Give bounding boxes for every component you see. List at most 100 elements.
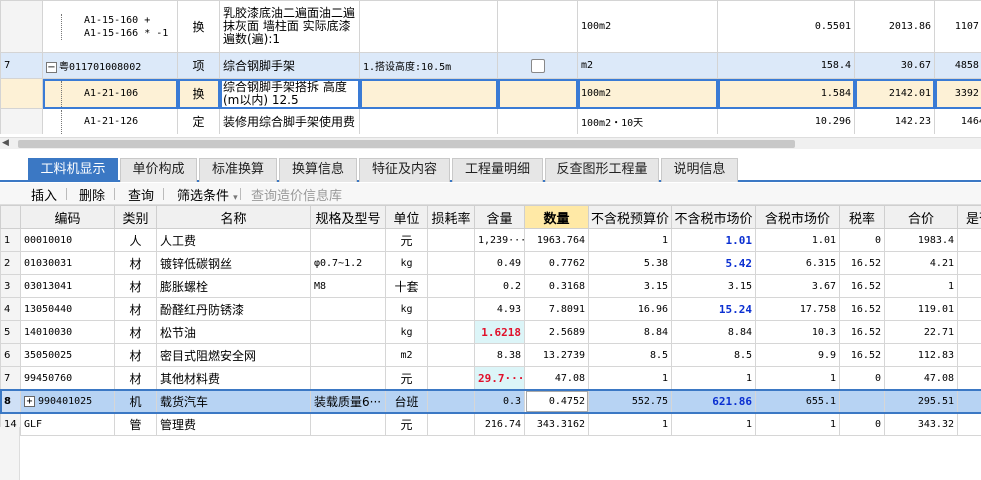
col-header-total[interactable]: 合价 xyxy=(884,205,958,229)
cell-code[interactable]: 35050025 xyxy=(20,343,115,367)
cell-loss[interactable] xyxy=(427,228,475,252)
cell-unit[interactable]: 台班 xyxy=(385,389,428,413)
cell-name[interactable]: 镀锌低碳钢丝 xyxy=(156,251,311,275)
item-checkbox[interactable] xyxy=(530,58,545,73)
cell-unit[interactable]: 元 xyxy=(385,412,428,436)
cell-unit[interactable]: m2 xyxy=(385,343,428,367)
cell-market-price[interactable]: 1.01 xyxy=(671,228,756,252)
cell-tax-rate[interactable]: 16.52 xyxy=(839,343,885,367)
cell-tax-market-price[interactable]: 6.315 xyxy=(755,251,840,275)
cell-code[interactable]: 03013041 xyxy=(20,274,115,298)
tab-notes[interactable]: 说明信息 xyxy=(661,158,738,182)
tab-reverse-lookup[interactable]: 反查图形工程量 xyxy=(545,158,659,182)
cell-tax-market-price[interactable]: 10.3 xyxy=(755,320,840,344)
table-row[interactable]: 3 03013041 材 膨胀螺栓 M8 十套 0.2 0.3168 3.15 … xyxy=(0,274,981,298)
cell-category[interactable]: 材 xyxy=(114,343,157,367)
cell-name[interactable]: 管理费 xyxy=(156,412,311,436)
cell-code[interactable]: 01030031 xyxy=(20,251,115,275)
cell-flag[interactable] xyxy=(957,274,981,298)
tab-unit-price[interactable]: 单价构成 xyxy=(120,158,197,182)
cell-market-price[interactable]: 1 xyxy=(671,366,756,390)
cell-spec[interactable]: 装载质量6··· xyxy=(310,389,386,413)
item-row[interactable]: A1-15-160 + A1-15-166 * -1 换 乳胶漆底油二遍面油二遍… xyxy=(0,0,981,53)
cell-tax-rate[interactable]: 0 xyxy=(839,366,885,390)
cell-budget-price[interactable]: 1 xyxy=(588,412,672,436)
cell-content[interactable]: 4.93 xyxy=(474,297,525,321)
cell-content[interactable]: 216.74 xyxy=(474,412,525,436)
cell-loss[interactable] xyxy=(427,366,475,390)
table-row[interactable]: 7 99450760 材 其他材料费 元 29.7··· 47.08 1 1 1… xyxy=(0,366,981,390)
cell-category[interactable]: 机 xyxy=(114,389,157,413)
col-header-content[interactable]: 含量 xyxy=(474,205,525,229)
col-header-flag[interactable]: 是否 xyxy=(957,205,981,229)
table-row[interactable]: 2 01030031 材 镀锌低碳钢丝 φ0.7~1.2 kg 0.49 0.7… xyxy=(0,251,981,275)
cell-loss[interactable] xyxy=(427,412,475,436)
col-header-category[interactable]: 类别 xyxy=(114,205,157,229)
cell-quantity[interactable]: 47.08 xyxy=(524,366,589,390)
cell-unit[interactable]: 十套 xyxy=(385,274,428,298)
cell-tax-market-price[interactable]: 1 xyxy=(755,366,840,390)
cell-category[interactable]: 管 xyxy=(114,412,157,436)
cell-code[interactable]: GLF xyxy=(20,412,115,436)
cell-tax-rate[interactable] xyxy=(839,389,885,413)
cell-tax-rate[interactable]: 0 xyxy=(839,412,885,436)
cell-tax-rate[interactable]: 16.52 xyxy=(839,251,885,275)
cell-code[interactable]: +990401025 xyxy=(20,389,115,413)
cell-category[interactable]: 材 xyxy=(114,320,157,344)
cell-tax-rate[interactable]: 0 xyxy=(839,228,885,252)
item-row[interactable]: A1-21-106 换 综合钢脚手架搭拆 高度(m以内) 12.5 100m2 … xyxy=(0,78,981,109)
cell-quantity[interactable]: 343.3162 xyxy=(524,412,589,436)
cell-quantity[interactable]: 13.2739 xyxy=(524,343,589,367)
cell-content[interactable]: 29.7··· xyxy=(474,366,525,390)
cell-spec[interactable] xyxy=(310,366,386,390)
cell-name[interactable]: 人工费 xyxy=(156,228,311,252)
table-row-selected[interactable]: 8 +990401025 机 载货汽车 装载质量6··· 台班 0.3 0.47… xyxy=(0,388,981,414)
horizontal-scrollbar[interactable]: ◀ xyxy=(0,137,981,149)
cell-code[interactable]: 99450760 xyxy=(20,366,115,390)
item-row[interactable]: A1-21-126 定 装修用综合脚手架使用费 100m2・10天 10.296… xyxy=(0,108,981,134)
cell-market-price[interactable]: 8.5 xyxy=(671,343,756,367)
cell-name[interactable]: 松节油 xyxy=(156,320,311,344)
cell-code[interactable]: 00010010 xyxy=(20,228,115,252)
cell-name[interactable]: 膨胀螺栓 xyxy=(156,274,311,298)
col-header-tax-rate[interactable]: 税率 xyxy=(839,205,885,229)
cell-name[interactable]: 密目式阻燃安全网 xyxy=(156,343,311,367)
cell-content[interactable]: 1.6218 xyxy=(474,320,525,344)
cell-name[interactable]: 载货汽车 xyxy=(156,389,311,413)
col-header-code[interactable]: 编码 xyxy=(20,205,115,229)
col-header-spec[interactable]: 规格及型号 xyxy=(310,205,386,229)
col-header-quantity[interactable]: 数量 xyxy=(524,205,589,229)
cell-category[interactable]: 材 xyxy=(114,366,157,390)
cell-flag[interactable] xyxy=(957,251,981,275)
cell-budget-price[interactable]: 1 xyxy=(588,366,672,390)
cell-category[interactable]: 人 xyxy=(114,228,157,252)
cell-tax-rate[interactable]: 16.52 xyxy=(839,297,885,321)
collapse-icon[interactable]: − xyxy=(46,62,57,73)
scroll-thumb[interactable] xyxy=(18,140,795,148)
cell-market-price[interactable]: 3.15 xyxy=(671,274,756,298)
cell-loss[interactable] xyxy=(427,274,475,298)
cell-flag[interactable] xyxy=(957,343,981,367)
cell-budget-price[interactable]: 5.38 xyxy=(588,251,672,275)
cell-spec[interactable] xyxy=(310,297,386,321)
cell-quantity[interactable]: 7.8091 xyxy=(524,297,589,321)
cell-unit[interactable]: kg xyxy=(385,320,428,344)
cell-flag[interactable] xyxy=(957,297,981,321)
cell-name[interactable]: 其他材料费 xyxy=(156,366,311,390)
cell-category[interactable]: 材 xyxy=(114,251,157,275)
cell-tax-market-price[interactable]: 1.01 xyxy=(755,228,840,252)
filter-dropdown[interactable]: 筛选条件 ▾ xyxy=(177,185,238,204)
cell-category[interactable]: 材 xyxy=(114,297,157,321)
query-button[interactable]: 查询 xyxy=(128,185,154,204)
cell-tax-market-price[interactable]: 655.1 xyxy=(755,389,840,413)
cell-market-price[interactable]: 621.86 xyxy=(671,389,756,413)
cell-content[interactable]: 0.49 xyxy=(474,251,525,275)
item-name[interactable]: 综合钢脚手架搭拆 高度(m以内) 12.5 xyxy=(219,78,360,109)
cell-unit[interactable]: kg xyxy=(385,251,428,275)
cell-quantity[interactable]: 2.5689 xyxy=(524,320,589,344)
insert-button[interactable]: 插入 xyxy=(31,185,57,204)
cell-loss[interactable] xyxy=(427,343,475,367)
tab-resource-display[interactable]: 工料机显示 xyxy=(28,158,118,182)
cell-code[interactable]: 13050440 xyxy=(20,297,115,321)
col-header-unit[interactable]: 单位 xyxy=(385,205,428,229)
